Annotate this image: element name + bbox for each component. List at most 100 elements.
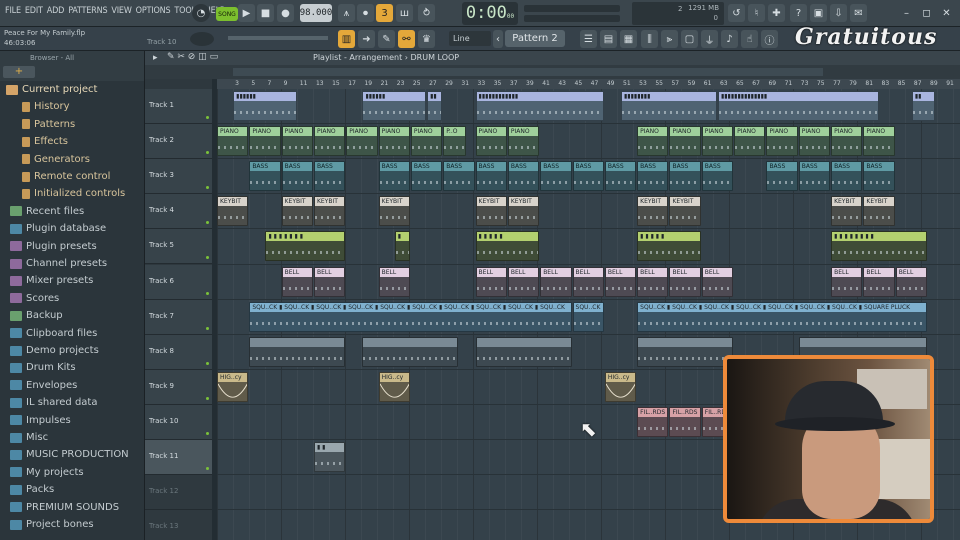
clip-fil[interactable]: FIL..RDS [669,406,701,437]
clip-piano[interactable]: PIANO [475,126,507,157]
browser-item-misc[interactable]: Misc [0,429,145,446]
arrow-icon[interactable]: ➜ [358,30,375,48]
clip-bell[interactable]: BELL [378,266,410,297]
plugin-picker-icon[interactable]: ✚ [768,4,785,22]
snap-select[interactable]: Line [449,31,491,46]
info-icon[interactable]: ⓘ [761,30,778,48]
clip-drum[interactable]: ▮▮▮▮▮▮ [233,91,297,121]
tempo-display[interactable]: 98.000 [300,4,332,22]
clip-bell[interactable]: BELL [313,266,346,297]
browser-item-plugin-database[interactable]: Plugin database [0,220,145,237]
track-header-8[interactable]: Track 8 [145,334,212,370]
menu-options[interactable]: OPTIONS [134,6,173,16]
browser-item-impulses[interactable]: Impulses [0,412,145,429]
clip-t11[interactable]: ▮ ▮ [313,442,346,472]
clip-bell[interactable]: BELL [540,266,572,297]
piano-roll-icon[interactable]: ▤ [600,30,617,48]
clip-drum[interactable]: ▮▮▮▮▮▮ [362,91,427,121]
clip-bass[interactable]: BASS [249,161,281,192]
clip-drum[interactable]: ▮▮▮▮▮▮▮▮▮▮▮▮▮▮ [717,91,879,121]
help-icon[interactable]: ? [790,4,807,22]
tuner-icon[interactable]: ♮ [748,4,765,22]
clip-drum[interactable]: ▮▮ [911,91,936,121]
clip-bass[interactable]: BASS [540,161,572,192]
clip-bell[interactable]: BELL [281,266,313,297]
browser-item-mixer-presets[interactable]: Mixer presets [0,272,145,289]
clip-t5[interactable]: ▮ ▮ ▮ ▮ ▮ ▮ ▮ [265,231,346,262]
link-icon[interactable]: ⚯ [398,30,415,48]
browser-item-il-shared-data[interactable]: IL shared data [0,394,145,411]
clip-piano[interactable]: PIANO [766,126,798,157]
clip-t5[interactable]: ▮ ▮ ▮ ▮ ▮ ▮ ▮ ▮ [831,231,928,262]
clip-bell[interactable]: BELL [572,266,604,297]
hat-icon[interactable]: ♛ [418,30,435,48]
clip-bell[interactable]: BELL [863,266,895,297]
clip-t8[interactable] [249,336,346,367]
browser-item-initialized-controls[interactable]: Initialized controls [0,185,145,202]
track-header-13[interactable]: Track 13 [145,510,212,540]
clip-bell[interactable]: BELL [604,266,637,297]
master-volume-knob[interactable]: ◔ [192,4,210,22]
clip-key[interactable]: KEYBIT [637,196,669,227]
playlist-arrow-icon[interactable]: ▸ [153,53,158,63]
metronome-icon[interactable]: ⩚ [338,4,355,22]
brush-icon[interactable]: ✎ [378,30,395,48]
playlist-tools-icon[interactable]: ✎ ✂ ⊘ ◫ ▭ [167,52,218,62]
track-header-9[interactable]: Track 9 [145,369,212,405]
touch-icon[interactable]: ☝ [741,30,758,48]
clip-key[interactable]: KEYBIT [313,196,346,227]
browser-item-clipboard-files[interactable]: Clipboard files [0,325,145,342]
clip-bass[interactable]: BASS [701,161,734,192]
clip-piano[interactable]: PIANO [637,126,669,157]
clip-squ[interactable]: SQU..CK ▮ SQU..CK ▮ SQU..CK ▮ SQU..CK ▮ … [249,301,572,332]
clip-bass[interactable]: BASS [475,161,507,192]
blend-notes-icon[interactable]: ш [396,4,413,22]
clip-piano[interactable]: PIANO [701,126,734,157]
clip-t8[interactable] [475,336,572,367]
clip-drum[interactable]: ▮▮ [427,91,443,121]
clip-piano[interactable]: PIANO [249,126,281,157]
browser-item-backup[interactable]: Backup [0,307,145,324]
clip-piano[interactable]: PIANO [669,126,701,157]
clip-piano[interactable]: PIANO [863,126,895,157]
close-icon[interactable]: ✕ [938,4,955,22]
track-enable-led-icon[interactable] [206,396,209,400]
pitch-knob-icon[interactable] [190,32,214,46]
playlist-icon[interactable]: ☰ [580,30,597,48]
clip-bass[interactable]: BASS [378,161,410,192]
stop-button[interactable]: ■ [257,4,274,22]
browser-item-current-project[interactable]: Current project [0,81,145,98]
browser-item-demo-projects[interactable]: Demo projects [0,342,145,359]
record-button[interactable]: ● [277,4,294,22]
pattern-prev-icon[interactable]: ‹ [493,30,503,48]
browser-item-plugin-presets[interactable]: Plugin presets [0,238,145,255]
clip-piano[interactable]: PIANO [831,126,863,157]
clip-piano[interactable]: PIANO [281,126,313,157]
clip-key[interactable]: KEYBIT [378,196,410,227]
minimize-icon[interactable]: – [898,4,915,22]
clip-drum[interactable]: ▮▮▮▮▮▮▮▮ [621,91,717,121]
clip-t8[interactable] [362,336,459,367]
clip-bass[interactable]: BASS [410,161,443,192]
clip-piano[interactable]: PIANO [313,126,346,157]
clip-piano[interactable]: PIANO [346,126,378,157]
clip-key[interactable]: KEYBIT [281,196,313,227]
render-icon[interactable]: ⇩ [830,4,847,22]
track-header-7[interactable]: Track 7 [145,299,212,335]
clip-bell[interactable]: BELL [637,266,669,297]
clip-key[interactable]: KEYBIT [217,196,249,227]
mixer-icon[interactable]: ▥ [338,30,355,48]
track-enable-led-icon[interactable] [206,467,209,470]
timeline-ruler[interactable]: 3 5 7 9 11 13 15 17 19 21 23 25 27 29 31 33 35 37 39 41 43 45… [217,79,960,89]
clip-bass[interactable]: BASS [604,161,637,192]
track-enable-led-icon[interactable] [206,221,209,225]
clip-piano[interactable]: PIANO [507,126,540,157]
master-pitch-slider[interactable] [524,15,620,22]
chat-icon[interactable]: ✉ [850,4,867,22]
track-header-2[interactable]: Track 2 [145,124,212,160]
pitch-slider[interactable] [228,36,328,40]
menu-file[interactable]: FILE [3,6,23,16]
clip-key[interactable]: KEYBIT [863,196,895,227]
clip-hig[interactable]: HIG..cy [604,371,637,402]
clip-bell[interactable]: BELL [669,266,701,297]
